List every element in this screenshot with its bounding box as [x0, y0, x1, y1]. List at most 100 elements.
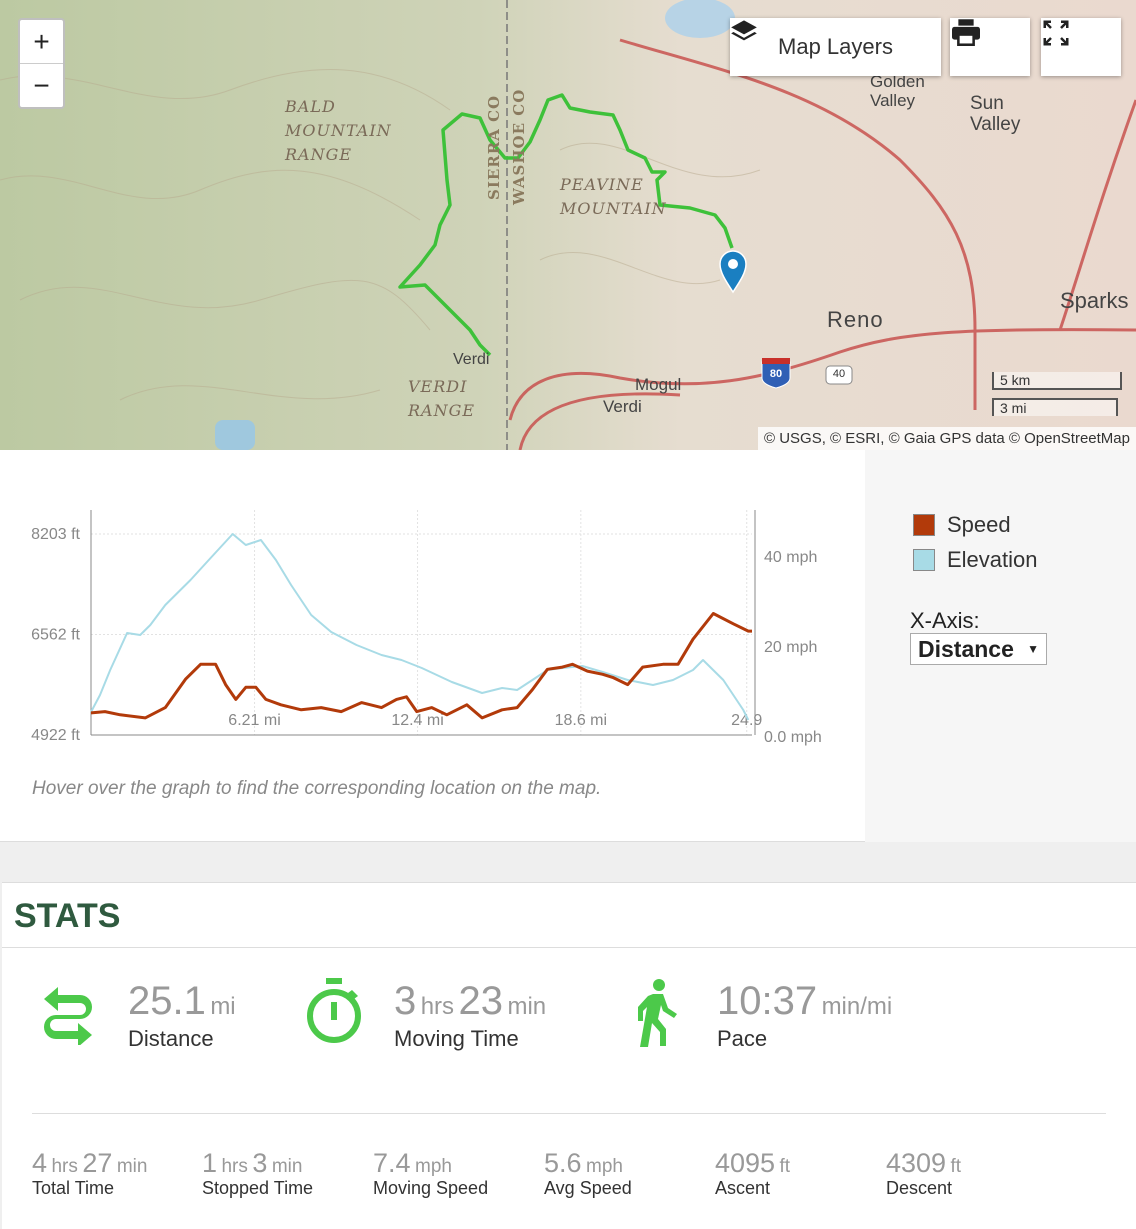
- county-label: WASHOE CO: [510, 88, 528, 205]
- city-label: Verdi: [603, 397, 642, 416]
- stat-label: Avg Speed: [544, 1178, 632, 1198]
- map-layers-label: Map Layers: [778, 34, 893, 59]
- stat-ascent: 4095 ft Ascent: [715, 1148, 790, 1199]
- stat-value: 23: [458, 979, 504, 1023]
- zoom-in-button[interactable]: +: [20, 20, 63, 64]
- stat-value: 4309: [886, 1148, 947, 1178]
- legend-label: Speed: [947, 512, 1011, 537]
- city-label: Sun Valley: [970, 93, 1021, 135]
- stat-value: 7.4: [373, 1148, 411, 1178]
- stat-avg-speed: 5.6 mph Avg Speed: [544, 1148, 632, 1199]
- chart-section: 4922 ft 6562 ft 8203 ft 0.0 mph 20 mph 40 mph…: [0, 450, 1136, 842]
- series-line-elevation: [90, 533, 750, 721]
- y-left-tick-label: 8203 ft: [31, 526, 80, 543]
- county-label: SIERRA CO: [485, 94, 503, 200]
- stats-panel: STATS 25.1 mi Distance 3 hrs 23 min Moving …: [2, 882, 1136, 1229]
- stat-unit: mi: [210, 993, 236, 1020]
- scale-mi: 3 mi: [992, 398, 1118, 416]
- stat-value: 3: [252, 1148, 268, 1178]
- scale-km: 5 km: [992, 372, 1122, 390]
- stat-value: 25.1: [128, 979, 206, 1023]
- x-axis-select-value: Distance: [918, 635, 1014, 662]
- stat-unit: ft: [779, 1156, 791, 1177]
- chart-legend: Speed Elevation X-Axis: Distance ▼: [865, 450, 1136, 842]
- legend-item-elevation[interactable]: Elevation: [913, 547, 1038, 573]
- stat-unit: min: [507, 993, 547, 1020]
- zoom-out-button[interactable]: −: [20, 64, 63, 108]
- stat-value: 3: [394, 979, 417, 1023]
- map-label: PEAVINE MOUNTAIN: [560, 175, 667, 218]
- x-tick-label: 6.21 mi: [228, 712, 280, 729]
- stat-descent: 4309 ft Descent: [886, 1148, 961, 1199]
- stat-value: 1: [202, 1148, 218, 1178]
- dropdown-arrow-icon: ▼: [1027, 642, 1039, 656]
- stat-unit: min: [271, 1156, 303, 1177]
- city-label: Verdi: [453, 351, 490, 368]
- stat-value: 4: [32, 1148, 48, 1178]
- stat-label: Ascent: [715, 1178, 771, 1198]
- city-label: Mogul: [635, 375, 682, 394]
- stat-unit: hrs: [420, 993, 455, 1020]
- fullscreen-button[interactable]: [1041, 18, 1121, 76]
- y-right-tick-label: 0.0 mph: [764, 729, 822, 746]
- stat-total-time: 4 hrs 27 min Total Time: [32, 1148, 147, 1199]
- zoom-control: + −: [18, 18, 65, 109]
- stat-label: Distance: [128, 1026, 214, 1051]
- stat-stopped-time: 1 hrs 3 min Stopped Time: [202, 1148, 313, 1199]
- route-number: 40: [832, 368, 846, 380]
- legend-label: Elevation: [947, 547, 1038, 572]
- stats-title: STATS: [14, 897, 121, 935]
- stat-unit: min: [116, 1156, 148, 1177]
- stat-label: Moving Time: [394, 1026, 519, 1051]
- stat-unit: mph: [586, 1156, 623, 1177]
- stat-unit: ft: [950, 1156, 962, 1177]
- stat-value: 27: [82, 1148, 113, 1178]
- stat-unit: hrs: [221, 1156, 248, 1177]
- x-axis-label: X-Axis:: [910, 608, 980, 633]
- print-button[interactable]: [950, 18, 1030, 76]
- chart-hint: Hover over the graph to find the corresp…: [32, 778, 602, 799]
- divider: [32, 1113, 1106, 1114]
- stat-pace: 10:37 min/mi Pace: [638, 978, 893, 1052]
- layers-icon: [731, 20, 757, 41]
- stat-unit: hrs: [51, 1156, 78, 1177]
- y-right-tick-label: 40 mph: [764, 549, 817, 566]
- stat-value: 10:37: [717, 979, 818, 1023]
- elevation-speed-chart[interactable]: 4922 ft 6562 ft 8203 ft 0.0 mph 20 mph 40 mph…: [0, 500, 860, 810]
- x-tick-label: 18.6 mi: [555, 712, 607, 729]
- stat-value: 5.6: [544, 1148, 582, 1178]
- stat-moving-time: 3 hrs 23 min Moving Time: [307, 978, 547, 1052]
- legend-swatch: [913, 549, 935, 571]
- stat-label: Stopped Time: [202, 1178, 314, 1198]
- series-line-speed: [90, 612, 752, 720]
- map-layers-button[interactable]: Map Layers: [730, 18, 941, 76]
- map-label: VERDI RANGE: [408, 377, 476, 420]
- x-tick-label: 12.4 mi: [391, 712, 443, 729]
- y-left-tick-label: 4922 ft: [31, 727, 80, 744]
- divider: [2, 947, 1136, 948]
- stat-label: Pace: [717, 1026, 768, 1051]
- fullscreen-icon: [1043, 20, 1069, 46]
- legend-swatch: [913, 514, 935, 536]
- stat-moving-speed: 7.4 mph Moving Speed: [373, 1148, 488, 1199]
- y-right-tick-label: 20 mph: [764, 639, 817, 656]
- map[interactable]: BALD MOUNTAIN RANGE PEAVINE MOUNTAIN VER…: [0, 0, 1136, 450]
- interstate-number: 80: [769, 368, 783, 380]
- city-label: Sparks: [1060, 288, 1129, 313]
- stat-value: 4095: [715, 1148, 776, 1178]
- stat-label: Descent: [886, 1178, 953, 1198]
- stat-label: Moving Speed: [373, 1178, 489, 1198]
- city-label: Reno: [827, 307, 884, 332]
- stat-unit: mph: [415, 1156, 452, 1177]
- city-label: Golden Valley: [870, 72, 925, 110]
- stat-label: Total Time: [32, 1178, 115, 1198]
- map-attribution: © USGS, © ESRI, © Gaia GPS data © OpenSt…: [757, 427, 1136, 450]
- stat-unit: min/mi: [821, 993, 893, 1020]
- printer-icon: [952, 19, 980, 46]
- y-left-tick-label: 6562 ft: [31, 627, 80, 644]
- x-tick-label: 24.9: [731, 712, 762, 729]
- map-label: BALD MOUNTAIN RANGE: [285, 97, 392, 164]
- legend-item-speed[interactable]: Speed: [913, 512, 1011, 538]
- x-axis-select[interactable]: Distance ▼: [910, 633, 1047, 665]
- stat-distance: 25.1 mi Distance: [44, 978, 236, 1052]
